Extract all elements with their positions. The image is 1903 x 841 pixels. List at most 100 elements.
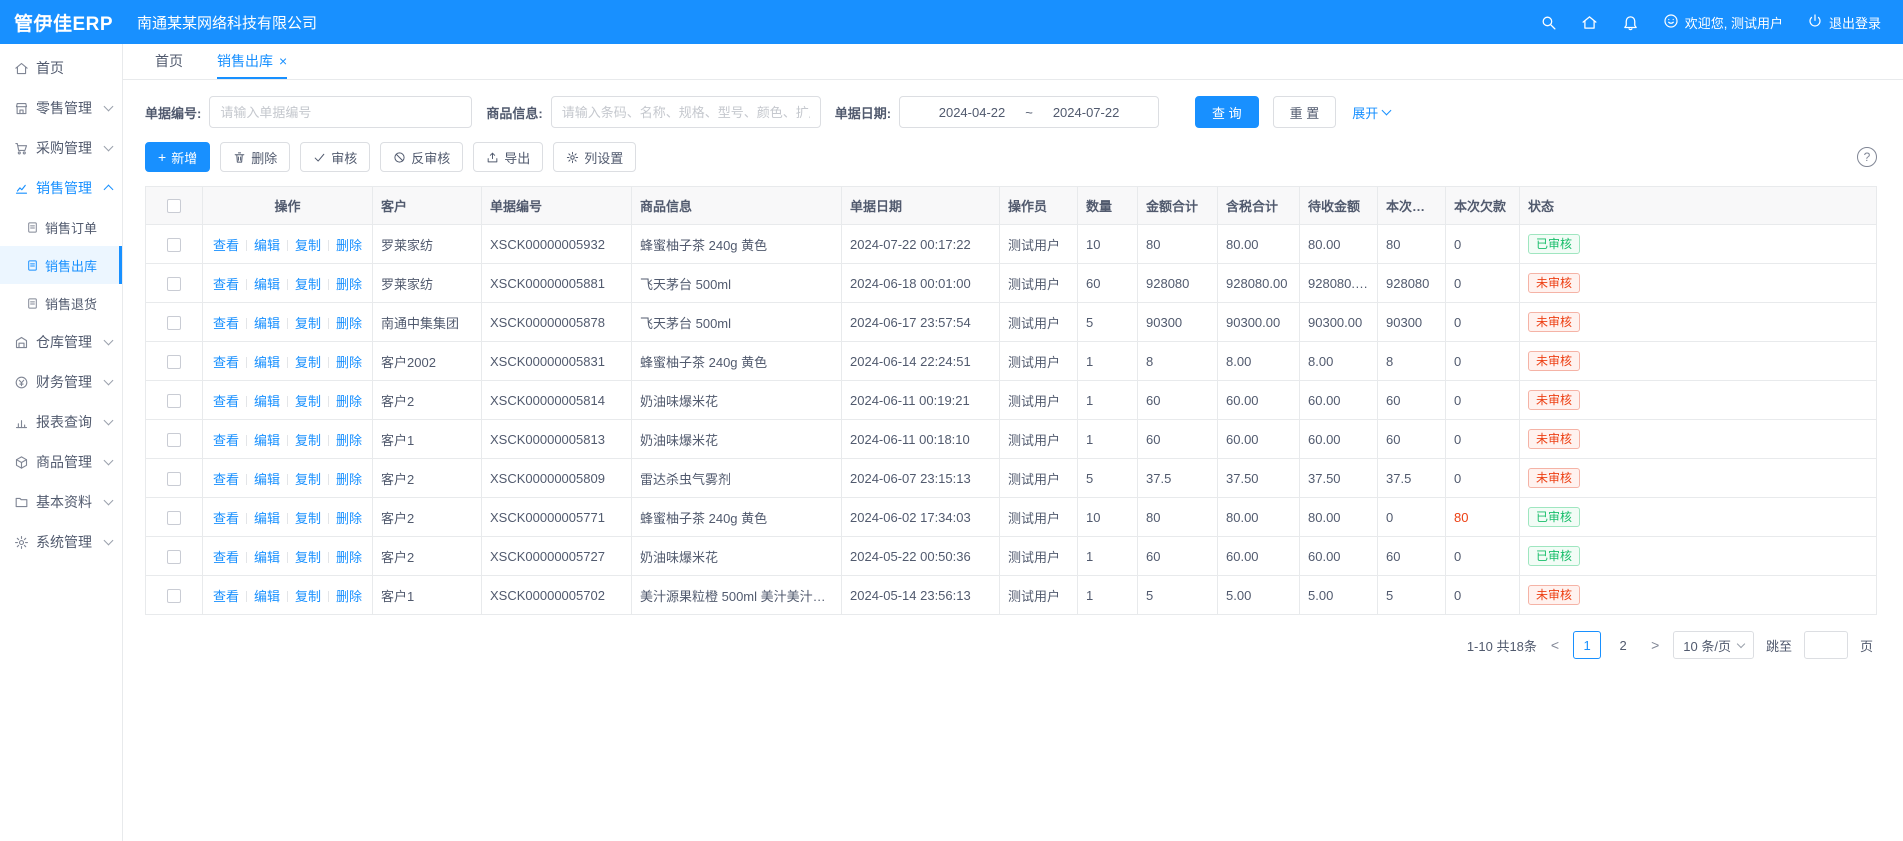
export-button[interactable]: 导出: [473, 142, 543, 172]
row-action-view[interactable]: 查看: [213, 550, 239, 565]
row-action-copy[interactable]: 复制: [295, 355, 321, 370]
row-action-delete[interactable]: 删除: [336, 550, 362, 565]
row-action-edit[interactable]: 编辑: [254, 238, 280, 253]
prev-page-button[interactable]: <: [1549, 637, 1561, 653]
row-action-view[interactable]: 查看: [213, 277, 239, 292]
row-checkbox[interactable]: [167, 238, 181, 252]
logout-button[interactable]: 退出登录: [1807, 13, 1881, 32]
row-action-delete[interactable]: 删除: [336, 238, 362, 253]
row-action-edit[interactable]: 编辑: [254, 355, 280, 370]
sidebar-item-product[interactable]: 商品管理: [0, 442, 122, 482]
sidebar-item-sales-outbound[interactable]: 销售出库: [0, 246, 122, 284]
expand-link[interactable]: 展开: [1352, 103, 1390, 122]
help-icon[interactable]: ?: [1857, 147, 1877, 167]
page-button-2[interactable]: 2: [1609, 631, 1637, 659]
col-header-actions: 操作: [203, 187, 373, 225]
row-action-copy[interactable]: 复制: [295, 511, 321, 526]
close-icon[interactable]: ×: [279, 54, 287, 68]
row-checkbox[interactable]: [167, 277, 181, 291]
sidebar-item-warehouse[interactable]: 仓库管理: [0, 322, 122, 362]
home-icon[interactable]: [1581, 14, 1598, 31]
row-action-delete[interactable]: 删除: [336, 355, 362, 370]
jump-page-input[interactable]: [1804, 631, 1848, 659]
page-button-1[interactable]: 1: [1573, 631, 1601, 659]
next-page-button[interactable]: >: [1649, 637, 1661, 653]
welcome-user[interactable]: 欢迎您, 测试用户: [1663, 13, 1783, 32]
row-checkbox[interactable]: [167, 589, 181, 603]
date-range-picker[interactable]: 2024-04-22 ~ 2024-07-22: [899, 96, 1159, 128]
doc-no-input[interactable]: [209, 96, 472, 128]
add-button[interactable]: + 新增: [145, 142, 210, 172]
sidebar-item-sales-order[interactable]: 销售订单: [0, 208, 122, 246]
row-action-edit[interactable]: 编辑: [254, 550, 280, 565]
row-checkbox[interactable]: [167, 316, 181, 330]
sidebar-item-retail[interactable]: 零售管理: [0, 88, 122, 128]
row-checkbox[interactable]: [167, 394, 181, 408]
row-action-delete[interactable]: 删除: [336, 316, 362, 331]
row-action-copy[interactable]: 复制: [295, 394, 321, 409]
col-header-date: 单据日期: [842, 187, 1000, 225]
row-checkbox[interactable]: [167, 433, 181, 447]
cell-operator: 测试用户: [1000, 381, 1078, 420]
row-action-edit[interactable]: 编辑: [254, 277, 280, 292]
row-action-delete[interactable]: 删除: [336, 589, 362, 604]
search-button[interactable]: 查 询: [1195, 96, 1259, 128]
row-action-view[interactable]: 查看: [213, 394, 239, 409]
sidebar-item-sales-return[interactable]: 销售退货: [0, 284, 122, 322]
row-checkbox[interactable]: [167, 550, 181, 564]
sidebar-item-basic[interactable]: 基本资料: [0, 482, 122, 522]
approve-button[interactable]: 审核: [300, 142, 370, 172]
cell-product: 飞天茅台 500ml: [632, 303, 842, 342]
row-action-view[interactable]: 查看: [213, 589, 239, 604]
row-action-edit[interactable]: 编辑: [254, 316, 280, 331]
row-action-copy[interactable]: 复制: [295, 472, 321, 487]
row-action-edit[interactable]: 编辑: [254, 433, 280, 448]
row-checkbox[interactable]: [167, 472, 181, 486]
row-action-edit[interactable]: 编辑: [254, 589, 280, 604]
row-action-view[interactable]: 查看: [213, 433, 239, 448]
search-icon[interactable]: [1540, 14, 1557, 31]
row-action-view[interactable]: 查看: [213, 355, 239, 370]
sidebar-item-label: 采购管理: [36, 138, 92, 158]
row-action-delete[interactable]: 删除: [336, 511, 362, 526]
tab-home[interactable]: 首页: [155, 44, 183, 79]
bell-icon[interactable]: [1622, 14, 1639, 31]
row-action-delete[interactable]: 删除: [336, 433, 362, 448]
action-divider: [328, 396, 329, 407]
cell-status: 未审核: [1520, 576, 1877, 615]
row-action-edit[interactable]: 编辑: [254, 394, 280, 409]
unapprove-button[interactable]: 反审核: [380, 142, 463, 172]
row-action-copy[interactable]: 复制: [295, 589, 321, 604]
row-action-copy[interactable]: 复制: [295, 238, 321, 253]
tab-sales-outbound[interactable]: 销售出库×: [217, 44, 287, 79]
sidebar-item-report[interactable]: 报表查询: [0, 402, 122, 442]
row-action-edit[interactable]: 编辑: [254, 511, 280, 526]
sidebar-item-home[interactable]: 首页: [0, 48, 122, 88]
column-settings-button[interactable]: 列设置: [553, 142, 636, 172]
row-action-view[interactable]: 查看: [213, 511, 239, 526]
row-action-delete[interactable]: 删除: [336, 394, 362, 409]
action-divider: [287, 318, 288, 329]
row-action-view[interactable]: 查看: [213, 316, 239, 331]
cell-product: 奶油味爆米花: [632, 381, 842, 420]
row-action-delete[interactable]: 删除: [336, 277, 362, 292]
sidebar-item-purchase[interactable]: 采购管理: [0, 128, 122, 168]
sidebar-item-sales[interactable]: 销售管理: [0, 168, 122, 208]
reset-button[interactable]: 重 置: [1273, 96, 1337, 128]
page-size-select[interactable]: 10 条/页: [1673, 631, 1754, 659]
row-action-delete[interactable]: 删除: [336, 472, 362, 487]
sidebar-item-finance[interactable]: 财务管理: [0, 362, 122, 402]
row-action-copy[interactable]: 复制: [295, 316, 321, 331]
row-checkbox[interactable]: [167, 511, 181, 525]
row-action-edit[interactable]: 编辑: [254, 472, 280, 487]
sidebar-item-system[interactable]: 系统管理: [0, 522, 122, 562]
product-info-input[interactable]: [551, 96, 821, 128]
delete-button[interactable]: 删除: [220, 142, 290, 172]
row-action-copy[interactable]: 复制: [295, 433, 321, 448]
select-all-checkbox[interactable]: [167, 199, 181, 213]
row-action-view[interactable]: 查看: [213, 238, 239, 253]
row-checkbox[interactable]: [167, 355, 181, 369]
row-action-view[interactable]: 查看: [213, 472, 239, 487]
row-action-copy[interactable]: 复制: [295, 550, 321, 565]
row-action-copy[interactable]: 复制: [295, 277, 321, 292]
